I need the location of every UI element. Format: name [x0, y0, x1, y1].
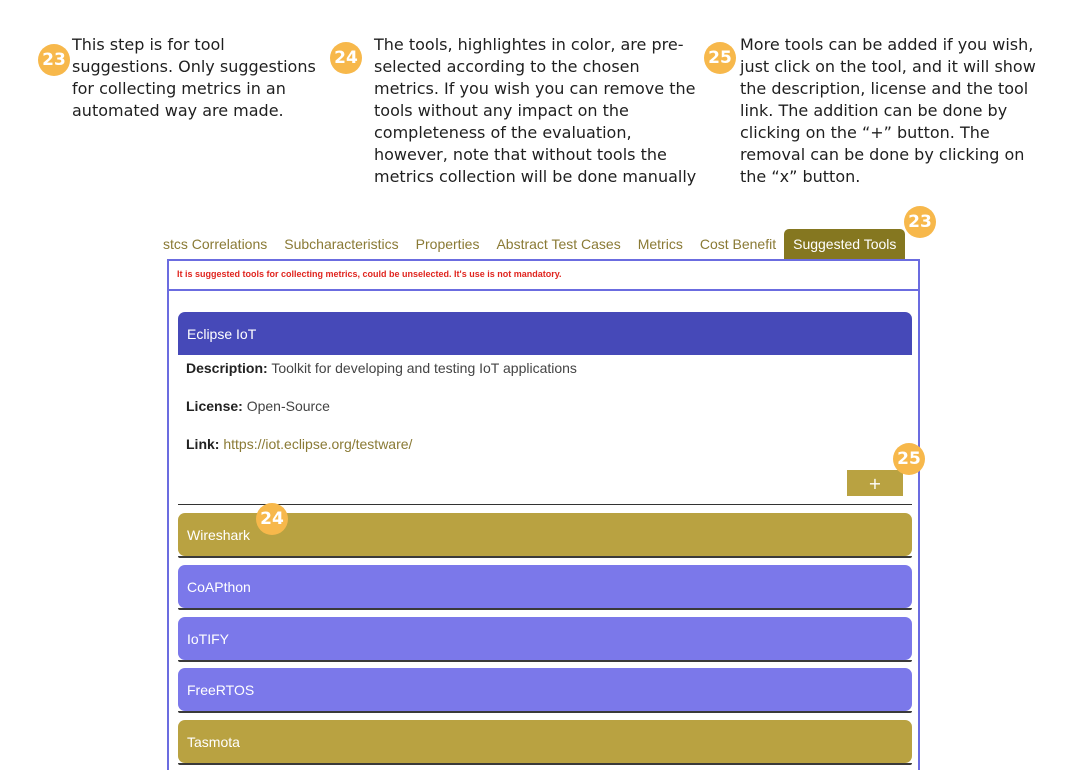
tab-metrics[interactable]: Metrics [629, 230, 691, 260]
tool-header-iotify[interactable]: IoTIFY [178, 617, 912, 662]
tool-header-eclipse-iot[interactable]: Eclipse IoT [178, 312, 912, 355]
add-tool-button[interactable]: + [847, 470, 903, 496]
warning-message: It is suggested tools for collecting met… [169, 261, 918, 291]
link-label: Link: [186, 436, 220, 452]
license-label: License: [186, 398, 243, 414]
annotation-note-25: More tools can be added if you wish, jus… [740, 35, 1036, 186]
divider [178, 504, 912, 505]
tab-subcharacteristics[interactable]: Subcharacteristics [275, 230, 406, 260]
tab-cost-benefit[interactable]: Cost Benefit [691, 230, 784, 260]
description-value: Toolkit for developing and testing IoT a… [271, 360, 577, 376]
step-badge-24-row: 24 [256, 503, 288, 535]
step-badge-23: 23 [38, 44, 70, 76]
tab-suggested-tools[interactable]: Suggested Tools [784, 229, 906, 260]
step-badge-25: 25 [704, 42, 736, 74]
license-value: Open-Source [246, 398, 330, 414]
tool-header-coapthon[interactable]: CoAPthon [178, 565, 912, 610]
tab-statistics-correlations[interactable]: stcs Correlations [160, 230, 275, 260]
step-badge-24: 24 [330, 42, 362, 74]
description-label: Description: [186, 360, 268, 376]
step-badge-23-tab: 23 [904, 206, 936, 238]
tool-license: License: Open-Source [186, 398, 330, 414]
tab-bar: stcs Correlations Subcharacteristics Pro… [160, 229, 920, 260]
tool-header-wireshark[interactable]: Wireshark [178, 513, 912, 558]
tool-header-freertos[interactable]: FreeRTOS [178, 668, 912, 713]
tool-link: Link: https://iot.eclipse.org/testware/ [186, 436, 412, 452]
tool-header-tasmota[interactable]: Tasmota [178, 720, 912, 765]
annotation-note-23: This step is for tool suggestions. Only … [72, 35, 316, 120]
tab-abstract-test-cases[interactable]: Abstract Test Cases [487, 230, 628, 260]
tab-properties[interactable]: Properties [407, 230, 488, 260]
tool-link-url[interactable]: https://iot.eclipse.org/testware/ [223, 436, 412, 452]
annotation-note-24: The tools, highlightes in color, are pre… [374, 35, 697, 186]
tool-description: Description: Toolkit for developing and … [186, 360, 577, 376]
step-badge-25-button: 25 [893, 443, 925, 475]
